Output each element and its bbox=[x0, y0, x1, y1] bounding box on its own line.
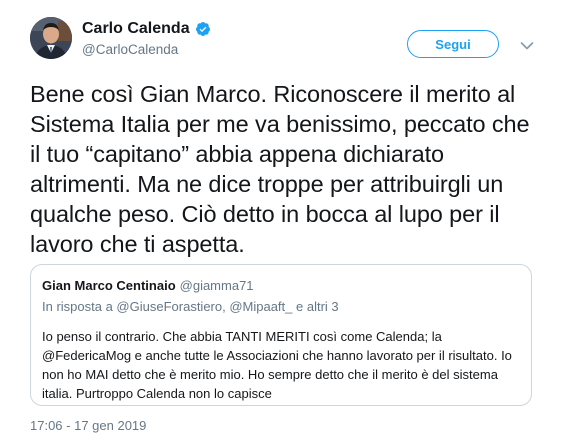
quoted-tweet-header: Gian Marco Centinaio @giamma71 bbox=[42, 277, 520, 294]
tweet-timestamp[interactable]: 17:06 - 17 gen 2019 bbox=[30, 418, 146, 433]
author-name-row[interactable]: Carlo Calenda bbox=[82, 20, 211, 38]
author-handle[interactable]: @CarloCalenda bbox=[82, 42, 211, 57]
quoted-author-handle: @giamma71 bbox=[179, 278, 254, 293]
follow-button[interactable]: Segui bbox=[407, 30, 499, 58]
quoted-tweet-text: Io penso il contrario. Che abbia TANTI M… bbox=[42, 329, 512, 401]
author-block: Carlo Calenda @CarloCalenda bbox=[82, 20, 211, 57]
chevron-down-icon[interactable] bbox=[520, 38, 534, 50]
verified-badge-icon bbox=[195, 21, 211, 37]
tweet-card: Carlo Calenda @CarloCalenda Segui Bene c… bbox=[0, 0, 565, 443]
tweet-text: Bene così Gian Marco. Riconoscere il mer… bbox=[30, 81, 530, 257]
quoted-reply-context: In risposta a @GiuseForastiero, @Mipaaft… bbox=[42, 299, 339, 314]
avatar-photo bbox=[30, 17, 72, 59]
quoted-tweet[interactable]: Gian Marco Centinaio @giamma71 In rispost… bbox=[30, 264, 532, 406]
quoted-author-name: Gian Marco Centinaio bbox=[42, 278, 176, 293]
avatar[interactable] bbox=[30, 17, 72, 59]
author-display-name[interactable]: Carlo Calenda bbox=[82, 20, 190, 38]
